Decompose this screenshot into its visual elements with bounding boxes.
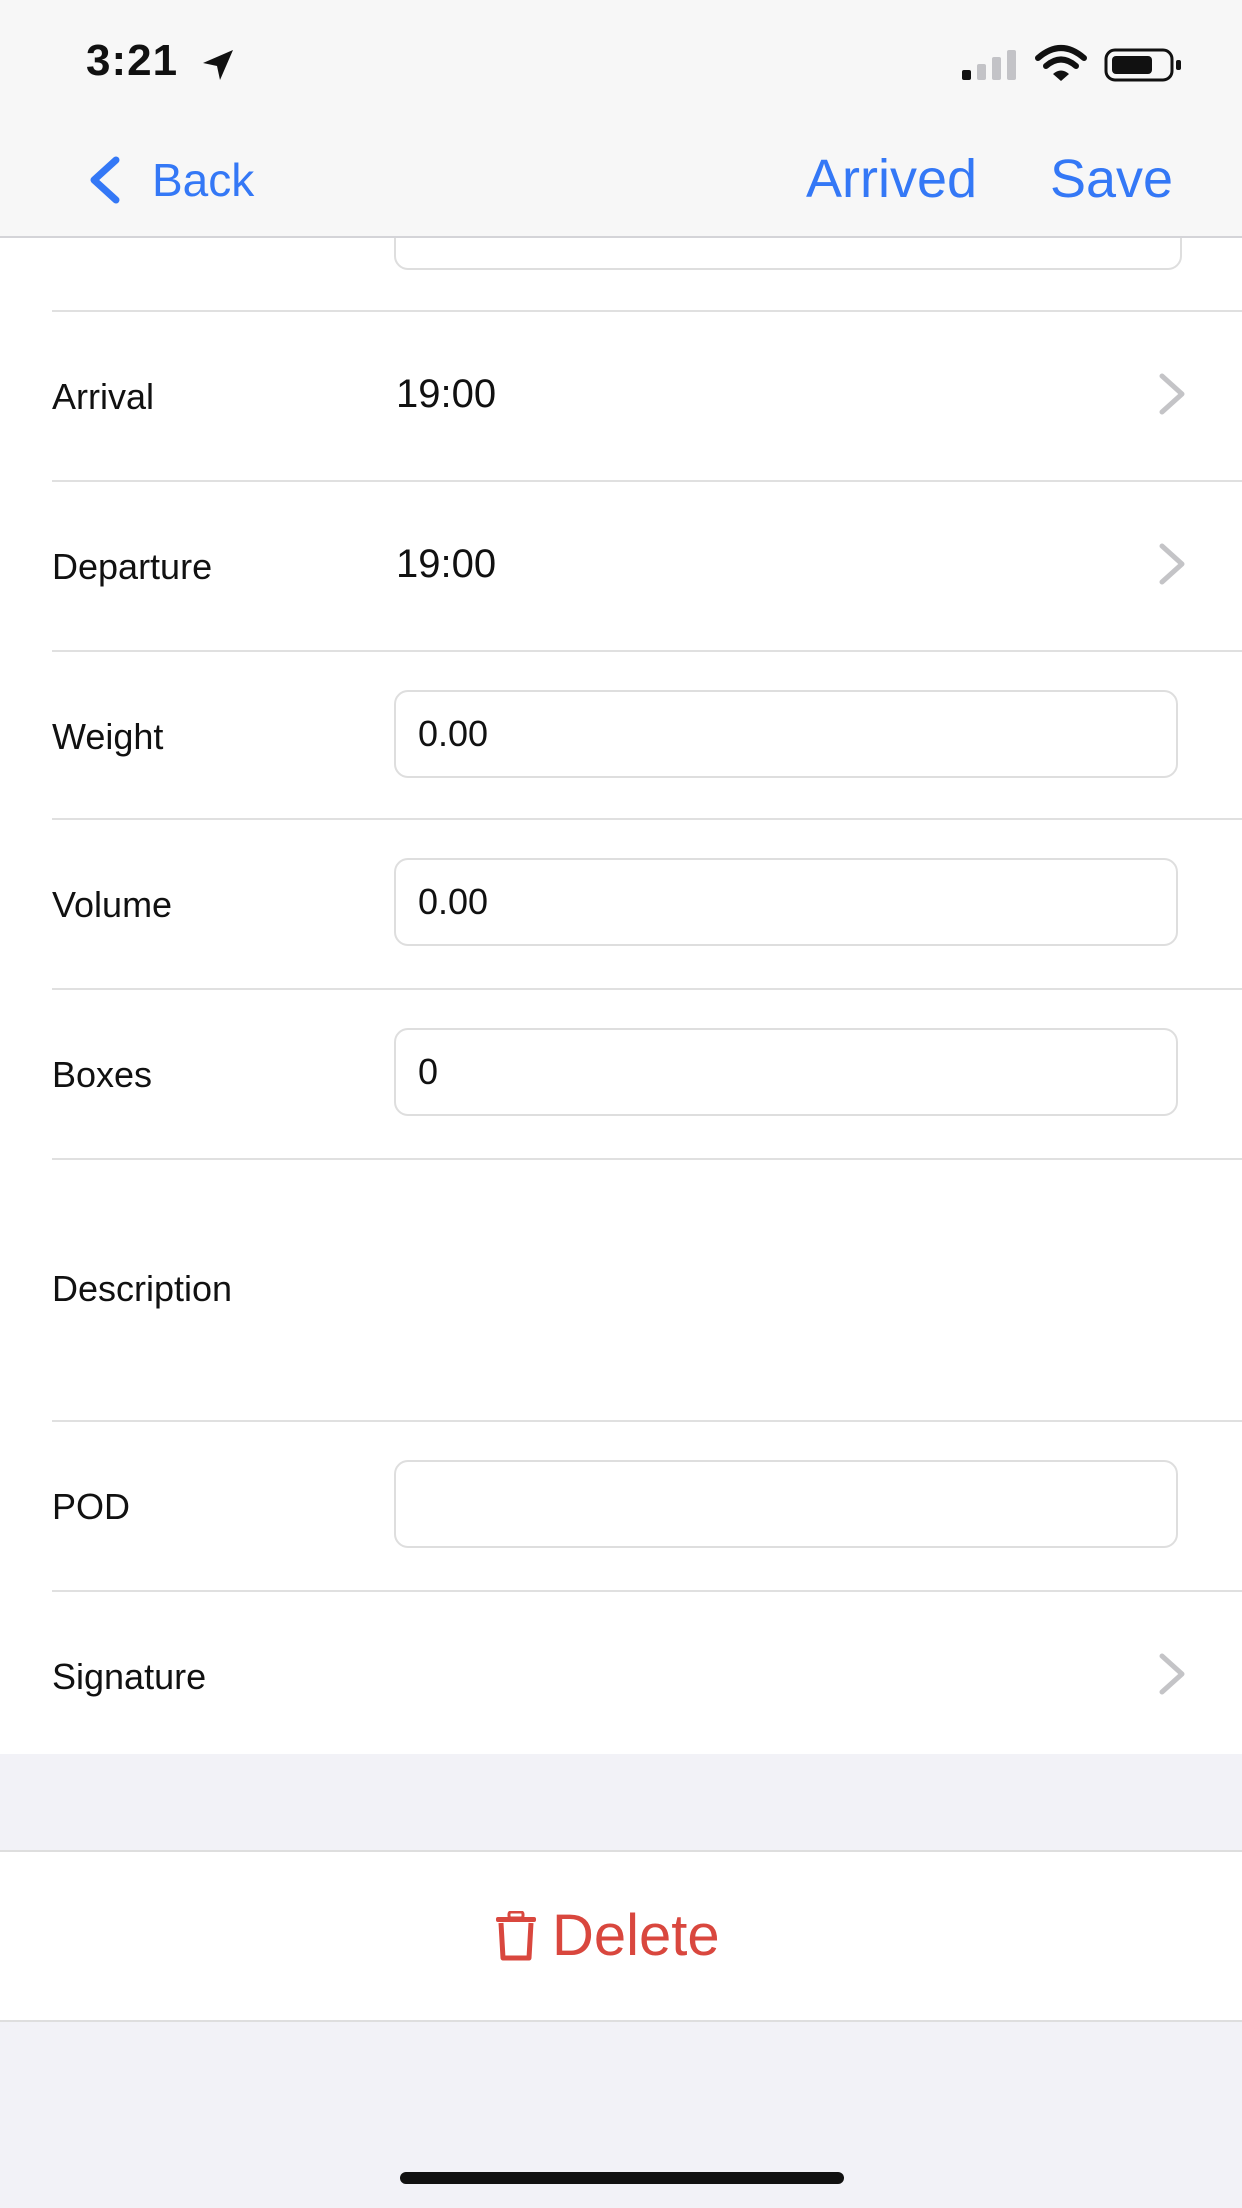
volume-input[interactable]: 0.00	[394, 858, 1178, 946]
departure-label: Departure	[52, 546, 213, 587]
location-arrow-icon	[203, 50, 233, 80]
save-button[interactable]: Save	[1050, 148, 1173, 210]
row-divider	[52, 650, 1242, 652]
row-divider	[52, 1158, 1242, 1160]
trash-icon	[496, 1910, 536, 1960]
chevron-right-icon	[1159, 373, 1185, 415]
delete-button[interactable]: Delete	[494, 1902, 720, 1969]
back-button[interactable]: Back	[86, 150, 254, 210]
description-row[interactable]: Description	[0, 1158, 1242, 1420]
delete-section: Delete	[0, 1850, 1242, 2022]
phone-input-partial[interactable]	[394, 238, 1182, 270]
signature-label: Signature	[52, 1656, 207, 1697]
description-label: Description	[52, 1268, 233, 1309]
departure-row[interactable]: Departure 19:00	[0, 480, 1242, 650]
boxes-row: Boxes 0	[0, 988, 1242, 1158]
chevron-right-icon	[1159, 1653, 1185, 1695]
weight-input[interactable]: 0.00	[394, 690, 1178, 778]
arrival-label: Arrival	[52, 376, 155, 417]
signal-icon	[962, 50, 1016, 80]
volume-label: Volume	[52, 884, 173, 925]
weight-row: Weight 0.00	[0, 650, 1242, 818]
row-divider	[52, 818, 1242, 820]
boxes-label: Boxes	[52, 1054, 153, 1095]
volume-row: Volume 0.00	[0, 818, 1242, 988]
pod-row: POD	[0, 1420, 1242, 1590]
back-label: Back	[152, 154, 255, 206]
battery-icon	[1104, 48, 1181, 82]
wifi-icon	[1035, 45, 1087, 81]
departure-value: 19:00	[396, 542, 497, 586]
home-indicator[interactable]	[400, 2172, 844, 2184]
back-chevron-icon	[90, 156, 120, 204]
status-time: 3:21	[86, 36, 179, 85]
pod-input[interactable]	[394, 1460, 1178, 1548]
delete-label: Delete	[552, 1903, 720, 1968]
boxes-input[interactable]: 0	[394, 1028, 1178, 1116]
row-divider	[52, 1420, 1242, 1422]
chevron-right-icon	[1159, 543, 1185, 585]
row-divider	[52, 480, 1242, 482]
weight-label: Weight	[52, 716, 164, 757]
row-divider	[52, 988, 1242, 990]
arrival-value: 19:00	[396, 372, 497, 416]
pod-label: POD	[52, 1486, 131, 1527]
arrived-button[interactable]: Arrived	[806, 148, 977, 210]
row-divider	[52, 1590, 1242, 1592]
stop-details-form: Phone Arrival 19:00 Departure 19:00 Weig…	[0, 238, 1242, 1754]
arrival-row[interactable]: Arrival 19:00	[0, 310, 1242, 480]
row-divider	[52, 310, 1242, 312]
signature-row[interactable]: Signature	[0, 1590, 1242, 1754]
navigation-bar: Back Arrived Save	[0, 120, 1242, 238]
phone-label-partial: Phone	[52, 238, 156, 246]
status-bar: 3:21	[0, 0, 1242, 120]
